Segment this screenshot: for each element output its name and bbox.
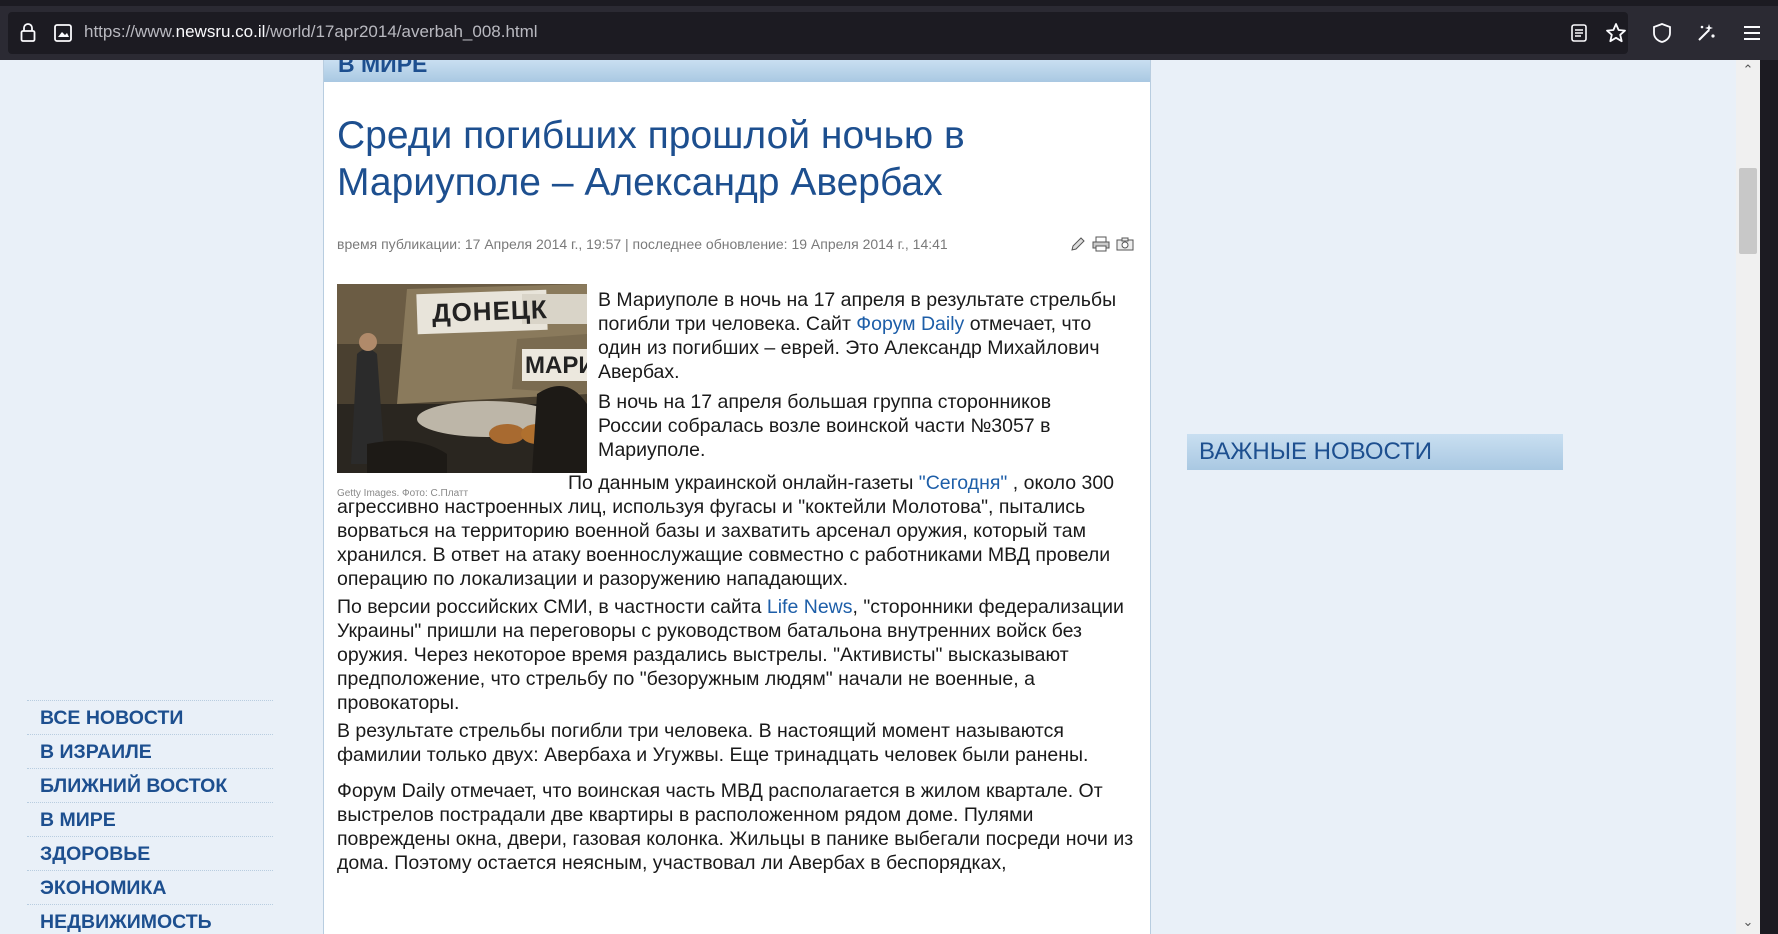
- article-paragraph: В результате стрельбы погибли три челове…: [337, 720, 1089, 766]
- camera-icon[interactable]: [1116, 236, 1134, 255]
- window-edge: [1760, 60, 1778, 934]
- important-news-title[interactable]: ВАЖНЫЕ НОВОСТИ: [1199, 438, 1432, 466]
- edit-pencil-icon[interactable]: [1070, 236, 1086, 255]
- bookmark-star-icon[interactable]: [1604, 21, 1628, 45]
- article-paragraph: В Мариуполе в ночь на 17 апреля в резуль…: [598, 288, 1138, 384]
- nav-item-israel[interactable]: В ИЗРАИЛЕ: [27, 734, 273, 768]
- nav-item-economy[interactable]: ЭКОНОМИКА: [27, 870, 273, 904]
- url-text[interactable]: https://www.newsru.co.il/world/17apr2014…: [84, 22, 538, 42]
- article-paragraph: По данным украинской онлайн-газеты "Сего…: [337, 471, 1142, 591]
- nav-item-real-estate[interactable]: НЕДВИЖИМОСТЬ: [27, 904, 273, 934]
- article-paragraph: Форум Daily отмечает, что воинская часть…: [337, 780, 1134, 874]
- nav-item-all-news[interactable]: ВСЕ НОВОСТИ: [27, 700, 273, 734]
- segodnya-link[interactable]: "Сегодня": [919, 472, 1008, 494]
- article-column: В МИРЕ Среди погибших прошлой ночью в Ма…: [323, 60, 1151, 934]
- photo-sign-text: МАРИ: [525, 352, 587, 379]
- nav-item-world[interactable]: В МИРЕ: [27, 802, 273, 836]
- page-info-icon[interactable]: [52, 22, 74, 44]
- lock-icon[interactable]: [18, 22, 38, 44]
- rubric-nav: ВСЕ НОВОСТИ В ИЗРАИЛЕ БЛИЖНИЙ ВОСТОК В М…: [27, 700, 273, 934]
- article-paragraph: По версии российских СМИ, в частности са…: [337, 595, 1142, 715]
- page-viewport: В МИРЕ Среди погибших прошлой ночью в Ма…: [0, 60, 1760, 934]
- photo-banner-text: ДОНЕЦК: [431, 293, 549, 329]
- article-tools: [1070, 236, 1134, 255]
- extensions-icon[interactable]: [1694, 21, 1718, 45]
- life-news-link[interactable]: Life News: [767, 596, 853, 618]
- paragraph-text: По версии российских СМИ, в частности са…: [337, 596, 767, 618]
- rubric-header: В МИРЕ: [324, 60, 1150, 82]
- scroll-down-arrow-icon[interactable]: ⌄: [1740, 914, 1756, 930]
- paragraph-text: По данным украинской онлайн-газеты: [568, 472, 919, 494]
- url-prefix: https://www.: [84, 22, 176, 41]
- print-icon[interactable]: [1092, 236, 1110, 255]
- rubric-title[interactable]: В МИРЕ: [338, 60, 427, 78]
- article-photo[interactable]: ДОНЕЦК МАРИ: [337, 284, 587, 473]
- important-news-header: ВАЖНЫЕ НОВОСТИ: [1187, 434, 1563, 470]
- menu-icon[interactable]: [1740, 21, 1764, 45]
- article-meta: время публикации: 17 Апреля 2014 г., 19:…: [337, 236, 948, 252]
- article-title: Среди погибших прошлой ночью в Мариуполе…: [337, 114, 965, 204]
- url-path: /world/17apr2014/averbah_008.html: [265, 22, 538, 41]
- reader-view-icon[interactable]: [1568, 22, 1590, 44]
- scrollbar-thumb[interactable]: [1739, 168, 1757, 254]
- url-domain: newsru.co.il: [175, 22, 266, 41]
- nav-item-middle-east[interactable]: БЛИЖНИЙ ВОСТОК: [27, 768, 273, 802]
- shield-icon[interactable]: [1650, 21, 1674, 45]
- forum-daily-link[interactable]: Форум Daily: [856, 313, 964, 335]
- nav-item-health[interactable]: ЗДОРОВЬЕ: [27, 836, 273, 870]
- scroll-up-arrow-icon[interactable]: ⌃: [1740, 62, 1756, 78]
- article-paragraph: В ночь на 17 апреля большая группа сторо…: [598, 391, 1052, 461]
